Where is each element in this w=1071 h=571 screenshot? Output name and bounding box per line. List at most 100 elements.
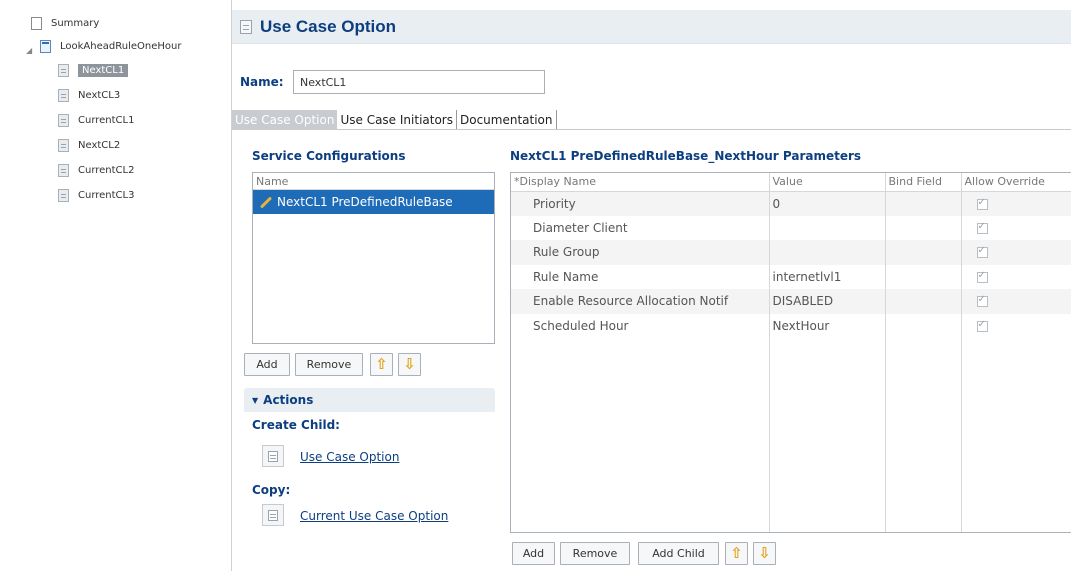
tree-item-label: CurrentCL2: [78, 164, 135, 176]
move-down-button[interactable]: ⇩: [753, 542, 776, 565]
tree-item-label: NextCL1: [78, 63, 129, 77]
actions-panel-header[interactable]: ▼ Actions: [244, 388, 495, 412]
document-icon: [268, 509, 278, 521]
param-bind-field[interactable]: [885, 313, 962, 338]
param-name: Scheduled Hour: [511, 313, 770, 338]
document-icon: [240, 19, 252, 34]
remove-parameter-button[interactable]: Remove: [560, 542, 630, 565]
allow-override-checkbox[interactable]: [976, 197, 988, 210]
allow-override-checkbox[interactable]: [976, 270, 988, 283]
tree-item-summary[interactable]: Summary: [31, 14, 99, 32]
tree-item-currentcl2[interactable]: CurrentCL2: [58, 161, 134, 179]
tree-item-currentcl1[interactable]: CurrentCL1: [58, 111, 134, 129]
parameters-table: *Display Name Value Bind Field Allow Ove…: [510, 172, 1071, 533]
move-down-button[interactable]: ⇩: [398, 353, 421, 376]
column-divider: [885, 173, 886, 532]
param-bind-field[interactable]: [885, 289, 962, 314]
tab-use-case-option[interactable]: Use Case Option: [232, 110, 338, 129]
move-up-button[interactable]: ⇧: [725, 542, 748, 565]
tree-item-label: NextCL2: [78, 139, 121, 151]
expand-arrow-icon[interactable]: ◢: [26, 46, 32, 55]
document-icon: [58, 88, 69, 102]
param-name: Priority: [511, 191, 770, 216]
column-header-display-name[interactable]: *Display Name: [511, 173, 770, 192]
table-row[interactable]: Rule Group: [511, 240, 1071, 265]
add-parameter-button[interactable]: Add: [512, 542, 555, 565]
create-child-label: Create Child:: [252, 418, 340, 432]
document-icon: [58, 63, 69, 77]
column-header-allow-override[interactable]: Allow Override: [961, 173, 1071, 192]
allow-override-checkbox[interactable]: [976, 319, 988, 332]
column-divider: [769, 173, 770, 532]
list-column-header: Name: [253, 173, 494, 190]
allow-override-checkbox[interactable]: [976, 245, 988, 259]
remove-service-button[interactable]: Remove: [295, 353, 363, 376]
column-header-bind-field[interactable]: Bind Field: [885, 173, 962, 192]
document-icon: [58, 188, 69, 202]
param-bind-field[interactable]: [885, 215, 962, 240]
tree-item-currentcl3[interactable]: CurrentCL3: [58, 186, 134, 204]
arrow-down-icon: ⇩: [403, 355, 416, 373]
collapse-triangle-icon: ▼: [252, 395, 259, 405]
column-divider: [961, 173, 962, 532]
table-row[interactable]: Diameter Client: [511, 215, 1071, 240]
arrow-up-icon: ⇧: [730, 544, 743, 562]
name-label: Name:: [240, 75, 284, 89]
tree-item-label: Summary: [51, 17, 100, 29]
allow-override-cell: [961, 191, 1071, 216]
name-field[interactable]: [293, 70, 545, 94]
tree-item-label: NextCL3: [78, 89, 121, 101]
pencil-icon: [259, 195, 273, 209]
service-configurations-title: Service Configurations: [252, 149, 406, 163]
tab-divider: [232, 129, 1071, 130]
tab-documentation[interactable]: Documentation: [457, 110, 557, 129]
allow-override-cell: [961, 240, 1071, 265]
tab-use-case-initiators[interactable]: Use Case Initiators: [337, 110, 457, 129]
document-icon: [40, 39, 51, 53]
column-header-value[interactable]: Value: [769, 173, 886, 192]
tree-item-nextcl1[interactable]: NextCL1: [58, 61, 129, 79]
list-item[interactable]: NextCL1 PreDefinedRuleBase: [253, 190, 494, 214]
param-bind-field[interactable]: [885, 240, 962, 265]
table-row[interactable]: Rule Name internetlvl1: [511, 264, 1071, 289]
tab-bar: Use Case Option Use Case Initiators Docu…: [232, 110, 557, 129]
tree-item-nextcl2[interactable]: NextCL2: [58, 136, 120, 154]
param-value[interactable]: internetlvl1: [769, 264, 886, 289]
document-icon: [58, 113, 69, 127]
arrow-up-icon: ⇧: [375, 355, 388, 373]
add-service-button[interactable]: Add: [244, 353, 290, 376]
copy-label: Copy:: [252, 483, 291, 497]
tree-item-nextcl3[interactable]: NextCL3: [58, 86, 120, 104]
allow-override-cell: [961, 289, 1071, 314]
table-row[interactable]: Scheduled Hour NextHour: [511, 313, 1071, 338]
param-value[interactable]: [769, 240, 886, 265]
allow-override-cell: [961, 264, 1071, 289]
parameters-title: NextCL1 PreDefinedRuleBase_NextHour Para…: [510, 149, 862, 163]
allow-override-checkbox[interactable]: [976, 294, 988, 308]
allow-override-checkbox[interactable]: [976, 221, 988, 234]
param-value[interactable]: NextHour: [769, 313, 886, 338]
allow-override-cell: [961, 313, 1071, 338]
param-value[interactable]: [769, 215, 886, 240]
list-item-label: NextCL1 PreDefinedRuleBase: [277, 195, 453, 209]
document-icon: [58, 163, 69, 177]
copy-current-use-case-option-link[interactable]: Current Use Case Option: [300, 509, 448, 523]
param-bind-field[interactable]: [885, 264, 962, 289]
tree-item-lookahead-rule[interactable]: LookAheadRuleOneHour: [40, 37, 181, 55]
move-up-button[interactable]: ⇧: [370, 353, 393, 376]
use-case-option-icon[interactable]: [262, 445, 284, 467]
table-header-row: *Display Name Value Bind Field Allow Ove…: [511, 173, 1071, 192]
param-value[interactable]: 0: [769, 191, 886, 216]
table-row[interactable]: Enable Resource Allocation Notif DISABLE…: [511, 289, 1071, 314]
copy-icon[interactable]: [262, 504, 284, 526]
param-bind-field[interactable]: [885, 191, 962, 216]
tree-item-label: CurrentCL1: [78, 114, 135, 126]
service-configurations-list[interactable]: Name NextCL1 PreDefinedRuleBase: [252, 172, 495, 344]
page-title: Use Case Option: [260, 16, 397, 36]
use-case-tree: Summary ◢ LookAheadRuleOneHour NextCL1 N…: [0, 0, 232, 571]
allow-override-cell: [961, 215, 1071, 240]
create-use-case-option-link[interactable]: Use Case Option: [300, 450, 399, 464]
add-child-button[interactable]: Add Child: [638, 542, 719, 565]
param-value[interactable]: DISABLED: [769, 289, 886, 314]
table-row[interactable]: Priority 0: [511, 191, 1071, 216]
